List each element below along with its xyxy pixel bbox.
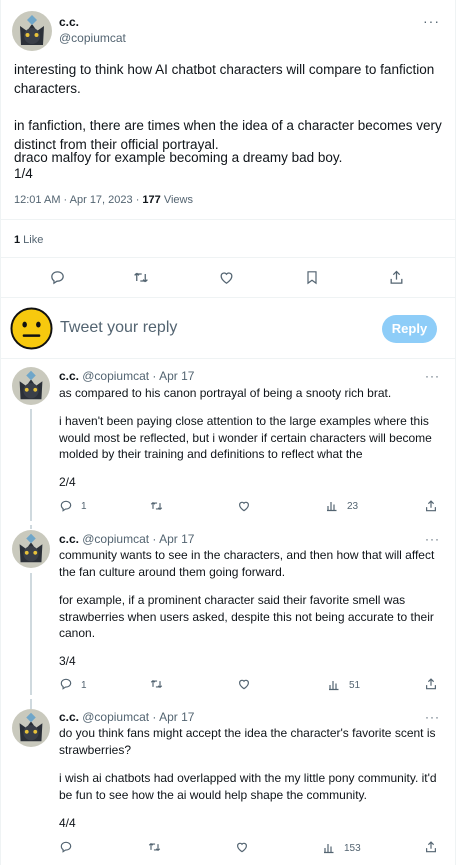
author-avatar[interactable] xyxy=(12,709,50,747)
thread-line xyxy=(30,409,32,521)
divider xyxy=(1,297,455,298)
reply-paragraph: i haven't been paying close attention to… xyxy=(59,414,432,461)
like-heart-icon[interactable] xyxy=(218,269,235,286)
author-handle-date[interactable]: @copiumcat · Apr 17 xyxy=(82,369,194,383)
tweet-time[interactable]: 12:01 AM · Apr 17, 2023 · xyxy=(14,194,142,206)
author-display-name[interactable]: c.c. xyxy=(59,15,79,29)
thread-line xyxy=(30,525,32,529)
user-avatar-neutral-face-icon xyxy=(10,307,53,350)
bookmark-icon[interactable] xyxy=(304,269,320,286)
author-display-name[interactable]: c.c. xyxy=(59,532,79,546)
reply-paragraph: as compared to his canon portrayal of be… xyxy=(59,386,392,400)
author-handle-date[interactable]: @copiumcat · Apr 17 xyxy=(82,532,194,546)
tweet-timestamp-row: 12:01 AM · Apr 17, 2023 · 177 Views xyxy=(14,194,193,206)
reply-icon[interactable] xyxy=(59,499,73,513)
more-options-icon[interactable]: ··· xyxy=(425,711,440,723)
reply-icon[interactable] xyxy=(59,840,73,854)
view-count: 177 xyxy=(142,194,161,206)
divider xyxy=(1,358,455,359)
more-options-icon[interactable]: ··· xyxy=(425,370,440,382)
tweet-paragraph: 1/4 xyxy=(14,166,33,181)
likes-summary[interactable]: 1 Like xyxy=(14,234,43,246)
retweet-icon[interactable] xyxy=(132,269,150,286)
reply-paragraph: 3/4 xyxy=(59,654,76,668)
reply-paragraph: 2/4 xyxy=(59,475,76,489)
reply-count: 1 xyxy=(81,501,87,512)
tweet-paragraph: interesting to think how AI chatbot char… xyxy=(14,62,435,96)
like-heart-icon[interactable] xyxy=(237,677,251,691)
retweet-icon[interactable] xyxy=(147,840,162,854)
reply-paragraph: do you think fans might accept the idea … xyxy=(59,726,436,757)
reply-icon[interactable] xyxy=(49,269,66,286)
reply-paragraph: community wants to see in the characters… xyxy=(59,548,435,579)
reply-icon[interactable] xyxy=(59,677,73,691)
share-icon[interactable] xyxy=(388,269,405,286)
view-count: 51 xyxy=(349,680,361,691)
views-label: Views xyxy=(160,194,193,206)
author-handle-date[interactable]: @copiumcat · Apr 17 xyxy=(82,710,194,724)
like-heart-icon[interactable] xyxy=(235,840,249,854)
more-options-icon[interactable]: ··· xyxy=(423,14,440,28)
share-icon[interactable] xyxy=(424,840,438,854)
thread-line xyxy=(30,573,32,695)
share-icon[interactable] xyxy=(424,677,438,691)
reply-header: c.c. @copiumcat · Apr 17 xyxy=(59,532,194,546)
author-avatar[interactable] xyxy=(12,530,50,568)
author-handle[interactable]: @copiumcat xyxy=(59,31,126,45)
divider xyxy=(1,257,455,258)
view-count: 23 xyxy=(347,501,359,512)
likes-label: Like xyxy=(20,234,44,246)
reply-count: 1 xyxy=(81,680,87,691)
views-analytics-icon[interactable] xyxy=(326,500,338,512)
retweet-icon[interactable] xyxy=(149,499,164,513)
reply-header: c.c. @copiumcat · Apr 17 xyxy=(59,710,194,724)
share-icon[interactable] xyxy=(424,499,438,513)
reply-paragraph: i wish ai chatbots had overlapped with t… xyxy=(59,771,437,802)
author-display-name[interactable]: c.c. xyxy=(59,369,79,383)
tweet-thread: c.c. @copiumcat ··· interesting to think… xyxy=(0,0,456,865)
retweet-icon[interactable] xyxy=(149,677,164,691)
reply-button[interactable]: Reply xyxy=(382,315,437,343)
author-avatar[interactable] xyxy=(12,367,50,405)
views-analytics-icon[interactable] xyxy=(323,842,335,854)
like-heart-icon[interactable] xyxy=(237,499,251,513)
reply-paragraph: for example, if a prominent character sa… xyxy=(59,593,434,640)
more-options-icon[interactable]: ··· xyxy=(425,533,440,545)
reply-header: c.c. @copiumcat · Apr 17 xyxy=(59,369,194,383)
reply-input[interactable]: Tweet your reply xyxy=(60,319,360,337)
view-count: 153 xyxy=(344,843,361,854)
thread-line xyxy=(30,699,32,709)
reply-paragraph: 4/4 xyxy=(59,816,76,830)
views-analytics-icon[interactable] xyxy=(328,679,340,691)
author-avatar[interactable] xyxy=(12,11,52,51)
divider xyxy=(1,219,455,220)
author-display-name[interactable]: c.c. xyxy=(59,710,79,724)
